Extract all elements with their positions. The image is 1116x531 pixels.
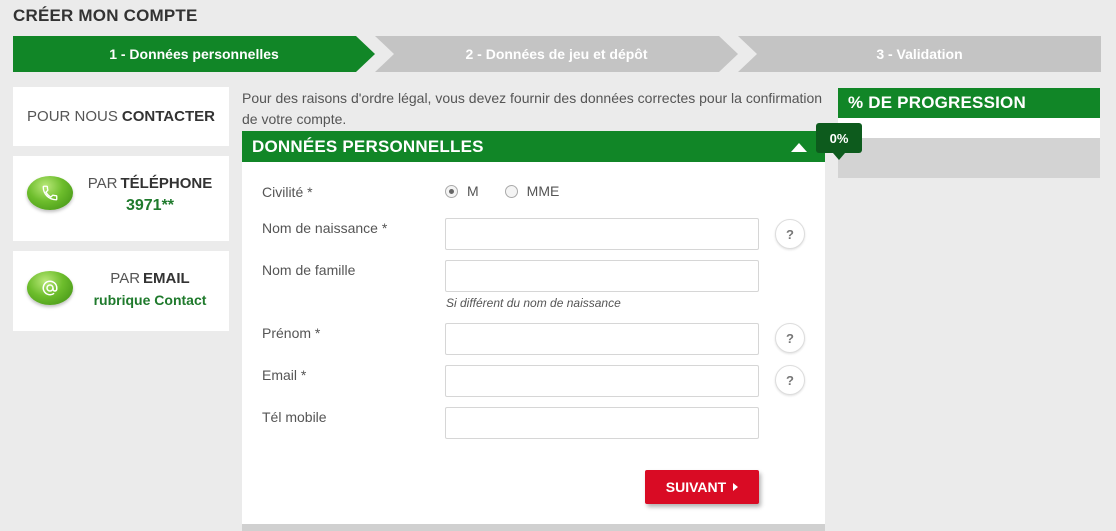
birth-name-label: Nom de naissance *: [262, 220, 388, 236]
civility-radio-mme[interactable]: [504, 184, 518, 198]
step-validation: 3 - Validation: [738, 36, 1101, 72]
civility-option-mme: MME: [526, 183, 560, 199]
email-contact-link[interactable]: rubrique Contact: [81, 292, 219, 308]
progress-value-badge: 0%: [816, 123, 862, 160]
civility-radio-m[interactable]: [445, 184, 458, 198]
panel-bottom-bar: [242, 524, 825, 531]
contact-title-prefix: POUR NOUS: [27, 108, 118, 125]
at-sign-icon: [27, 271, 73, 305]
phone-label: TÉLÉPHONE: [120, 175, 213, 192]
email-help-button[interactable]: ?: [775, 365, 805, 395]
caret-right-icon: [733, 483, 739, 491]
step-game-data-deposit: 2 - Données de jeu et dépôt: [375, 36, 738, 72]
next-button-label: SUIVANT: [665, 479, 727, 495]
personal-data-form: Civilité * M MME Nom de naissance * ? No…: [242, 162, 825, 524]
email-label: Email *: [262, 367, 307, 383]
chevron-up-icon[interactable]: [791, 143, 807, 152]
civility-label: Civilité *: [262, 184, 313, 200]
first-name-help-button[interactable]: ?: [775, 323, 805, 353]
progress-bar: [838, 138, 1100, 178]
email-input[interactable]: [445, 365, 759, 397]
birth-name-input[interactable]: [445, 218, 759, 250]
mobile-label: Tél mobile: [262, 409, 327, 425]
email-prefix: PAR: [110, 270, 141, 287]
family-name-input[interactable]: [445, 260, 759, 292]
phone-prefix: PAR: [87, 175, 118, 192]
page-title: CRÉER MON COMPTE: [13, 6, 198, 25]
intro-text: Pour des raisons d'ordre légal, vous dev…: [242, 90, 823, 127]
civility-radio-group: M MME: [445, 183, 559, 199]
phone-icon: [27, 176, 73, 210]
mobile-input[interactable]: [445, 407, 759, 439]
first-name-input[interactable]: [445, 323, 759, 355]
birth-name-help-button[interactable]: ?: [775, 219, 805, 249]
first-name-label: Prénom *: [262, 325, 321, 341]
family-name-label: Nom de famille: [262, 262, 356, 278]
email-label: EMAIL: [143, 270, 190, 287]
contact-title-box: POUR NOUS CONTACTER: [13, 87, 229, 146]
next-button[interactable]: SUIVANT: [645, 470, 759, 504]
progress-title: % DE PROGRESSION: [838, 88, 1100, 118]
contact-title-strong: CONTACTER: [121, 108, 215, 125]
contact-email-box[interactable]: PAR EMAIL rubrique Contact: [13, 251, 229, 331]
progress-spacer: [838, 118, 1100, 138]
contact-phone-box[interactable]: PAR TÉLÉPHONE 3971**: [13, 156, 229, 241]
civility-option-m: M: [467, 183, 479, 199]
phone-number[interactable]: 3971**: [81, 197, 219, 215]
section-title: DONNÉES PERSONNELLES: [252, 137, 484, 156]
family-name-hint: Si différent du nom de naissance: [446, 296, 621, 310]
stepper: 1 - Données personnelles 2 - Données de …: [13, 36, 1101, 72]
step-personal-data: 1 - Données personnelles: [13, 36, 375, 72]
personal-data-header[interactable]: DONNÉES PERSONNELLES: [242, 131, 825, 162]
